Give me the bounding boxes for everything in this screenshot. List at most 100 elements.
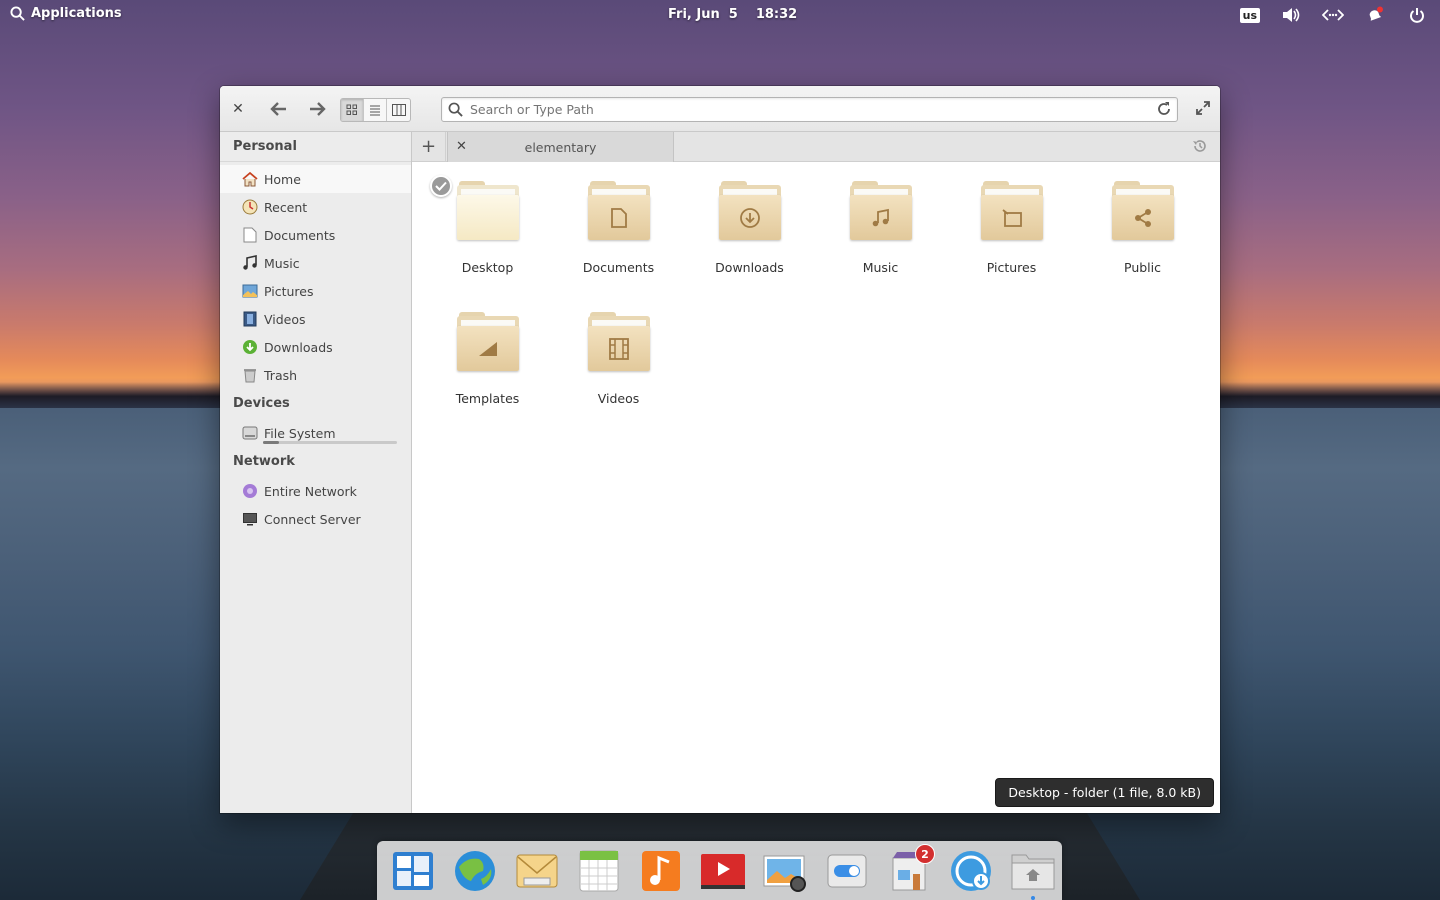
mail-icon[interactable] — [513, 848, 561, 894]
dock: 2 — [377, 841, 1062, 900]
server-icon — [242, 511, 258, 527]
sidebar-item-entire-network[interactable]: Entire Network — [220, 477, 411, 505]
network-icon[interactable] — [1322, 4, 1344, 26]
item-label: Templates — [455, 391, 520, 406]
sidebar-item-label: Downloads — [264, 339, 333, 355]
sidebar-item-home[interactable]: Home — [220, 165, 411, 193]
time-label: 18:32 — [755, 7, 798, 22]
view-mode-switcher — [340, 98, 411, 122]
music-app-icon[interactable] — [637, 848, 685, 894]
back-button[interactable] — [266, 98, 292, 120]
item-label: Public — [1124, 260, 1161, 275]
tab-elementary[interactable]: ✕ elementary — [447, 132, 674, 162]
sidebar-item-label: Entire Network — [264, 483, 357, 499]
applications-menu[interactable]: Applications — [10, 6, 122, 21]
status-tooltip: Desktop - folder (1 file, 8.0 kB) — [995, 778, 1214, 807]
top-panel: Applications Fri, Jun 5 18:32 us — [0, 0, 1440, 30]
sidebar-item-label: Music — [264, 255, 300, 271]
folder-item-documents[interactable]: Documents — [553, 172, 684, 277]
home-icon — [242, 171, 258, 187]
sidebar-item-file-system[interactable]: File System — [220, 419, 411, 447]
notification-badge: 2 — [915, 844, 935, 864]
checkmark-icon[interactable] — [430, 175, 452, 197]
date-time-indicator[interactable]: Fri, Jun 5 18:32 — [668, 7, 797, 22]
pictures-icon — [242, 283, 258, 299]
sidebar-item-label: Connect Server — [264, 511, 361, 527]
list-view-button[interactable] — [364, 99, 387, 121]
updates-icon[interactable] — [947, 848, 995, 894]
search-input[interactable] — [470, 100, 1150, 119]
volume-icon[interactable] — [1280, 4, 1302, 26]
folder-item-desktop[interactable]: Desktop — [422, 172, 553, 277]
settings-icon[interactable] — [823, 848, 871, 894]
disk-usage-fill — [263, 441, 280, 444]
search-icon — [10, 6, 25, 21]
column-view-button[interactable] — [387, 99, 410, 121]
icon-grid: Desktop Documents Downloads Music Pictur… — [422, 172, 1208, 408]
folder-templates-icon — [456, 312, 519, 372]
item-label: Documents — [582, 260, 655, 275]
folder-item-music[interactable]: Music — [815, 172, 946, 277]
folder-item-pictures[interactable]: Pictures — [946, 172, 1077, 277]
indicator-area: us — [1239, 4, 1428, 26]
sidebar-header-personal: Personal — [220, 132, 411, 162]
sidebar-item-pictures[interactable]: Pictures — [220, 277, 411, 305]
downloads-icon — [242, 339, 258, 355]
grid-view-icon — [346, 104, 357, 115]
folder-item-public[interactable]: Public — [1077, 172, 1208, 277]
maximize-icon[interactable] — [1196, 101, 1210, 115]
sidebar-item-label: Pictures — [264, 283, 314, 299]
sidebar-item-trash[interactable]: Trash — [220, 361, 411, 389]
item-label: Desktop — [461, 260, 514, 275]
applications-label: Applications — [31, 6, 122, 21]
photos-app-icon[interactable] — [761, 848, 809, 894]
sidebar-item-label: Home — [264, 171, 301, 187]
sidebar-item-connect-server[interactable]: Connect Server — [220, 505, 411, 533]
notifications-icon[interactable] — [1364, 4, 1386, 26]
running-indicator — [1031, 896, 1035, 900]
file-view: Desktop Documents Downloads Music Pictur… — [412, 162, 1220, 813]
sidebar-item-downloads[interactable]: Downloads — [220, 333, 411, 361]
forward-button[interactable] — [304, 98, 330, 120]
sidebar-item-recent[interactable]: Recent — [220, 193, 411, 221]
files-icon[interactable] — [1009, 848, 1057, 900]
plus-icon: + — [420, 136, 437, 157]
folder-icon — [456, 181, 519, 241]
app-center-icon[interactable]: 2 — [885, 844, 935, 894]
sidebar-item-label: Trash — [264, 367, 298, 383]
tab-label: elementary — [524, 140, 597, 155]
sidebar-item-videos[interactable]: Videos — [220, 305, 411, 333]
folder-public-icon — [1111, 181, 1174, 241]
item-label: Pictures — [986, 260, 1037, 275]
search-path-bar[interactable] — [441, 97, 1178, 122]
close-icon[interactable]: ✕ — [230, 101, 246, 117]
dock-items: 2 — [389, 844, 1057, 900]
folder-downloads-icon — [718, 181, 781, 241]
keyboard-layout-indicator[interactable]: us — [1239, 7, 1260, 23]
folder-item-templates[interactable]: Templates — [422, 303, 553, 408]
folder-item-downloads[interactable]: Downloads — [684, 172, 815, 277]
multitasking-view-icon[interactable] — [389, 848, 437, 894]
power-icon[interactable] — [1406, 4, 1428, 26]
web-browser-icon[interactable] — [451, 848, 499, 894]
item-label: Videos — [597, 391, 640, 406]
calendar-icon[interactable] — [575, 848, 623, 894]
sidebar-item-label: Videos — [264, 311, 306, 327]
trash-icon — [242, 367, 258, 383]
arrow-left-icon — [270, 102, 286, 116]
list-view-icon — [370, 105, 380, 116]
history-icon[interactable] — [1192, 138, 1208, 154]
sidebar-item-music[interactable]: Music — [220, 249, 411, 277]
sidebar-item-documents[interactable]: Documents — [220, 221, 411, 249]
folder-item-videos[interactable]: Videos — [553, 303, 684, 408]
folder-music-icon — [849, 181, 912, 241]
folder-pictures-icon — [980, 181, 1043, 241]
new-tab-button[interactable]: + — [412, 132, 446, 161]
videos-app-icon[interactable] — [699, 848, 747, 894]
folder-documents-icon — [587, 181, 650, 241]
reload-icon[interactable] — [1156, 101, 1172, 117]
item-label: Downloads — [715, 260, 784, 275]
grid-view-button[interactable] — [341, 99, 364, 121]
recent-icon — [242, 199, 258, 215]
tab-bar: + ✕ elementary — [412, 132, 1220, 162]
